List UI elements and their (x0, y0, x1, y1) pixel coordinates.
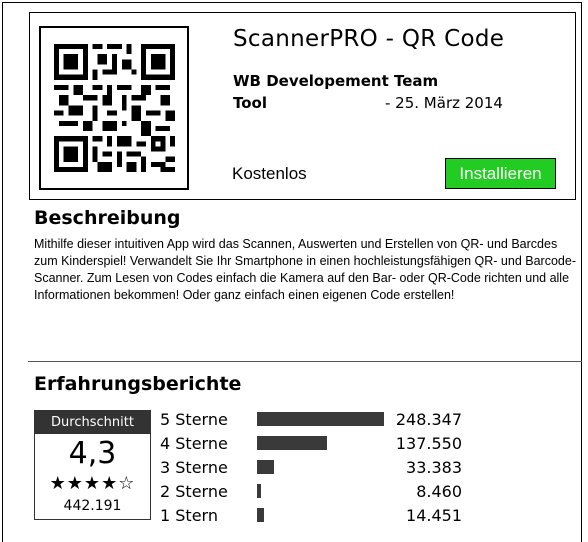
rating-count: 137.550 (395, 434, 462, 453)
qr-code-icon (39, 26, 189, 190)
total-ratings-count: 442.191 (63, 498, 122, 514)
rating-bar (257, 460, 274, 474)
developer-name[interactable]: WB Developement Team (233, 72, 438, 90)
rating-count: 8.460 (416, 482, 462, 501)
star-rating-icon: ★★★★☆ (49, 473, 136, 494)
rating-label: 2 Sterne (160, 482, 228, 501)
app-title: ScannerPRO - QR Code (233, 26, 505, 52)
rating-row-3[interactable]: 3 Sterne 33.383 (160, 458, 480, 478)
section-divider (28, 361, 582, 362)
release-date: - 25. März 2014 (385, 94, 503, 112)
description-text: Mithilfe dieser intuitiven App wird das … (34, 237, 576, 302)
rating-count: 14.451 (406, 506, 462, 525)
average-rating-box: Durchschnitt 4,3 ★★★★☆ 442.191 (34, 410, 151, 520)
rating-count: 248.347 (395, 410, 462, 429)
rating-row-4[interactable]: 4 Sterne 137.550 (160, 434, 480, 454)
rating-row-1[interactable]: 1 Stern 14.451 (160, 506, 480, 526)
rating-label: 5 Sterne (160, 410, 228, 429)
rating-bar (257, 436, 327, 450)
average-label: Durchschnitt (35, 411, 150, 434)
price-label: Kostenlos (232, 164, 307, 183)
rating-label: 1 Stern (160, 506, 218, 525)
average-rating-value: 4,3 (68, 436, 117, 471)
rating-bar (257, 484, 261, 498)
rating-row-2[interactable]: 2 Sterne 8.460 (160, 482, 480, 502)
description-heading: Beschreibung (34, 207, 181, 229)
install-button[interactable]: Installieren (445, 158, 556, 189)
rating-label: 3 Sterne (160, 458, 228, 477)
rating-label: 4 Sterne (160, 434, 228, 453)
app-category[interactable]: Tool (233, 94, 267, 112)
rating-count: 33.383 (406, 458, 462, 477)
rating-bar (257, 508, 264, 522)
reviews-heading: Erfahrungsberichte (34, 373, 242, 395)
rating-row-5[interactable]: 5 Sterne 248.347 (160, 410, 480, 430)
